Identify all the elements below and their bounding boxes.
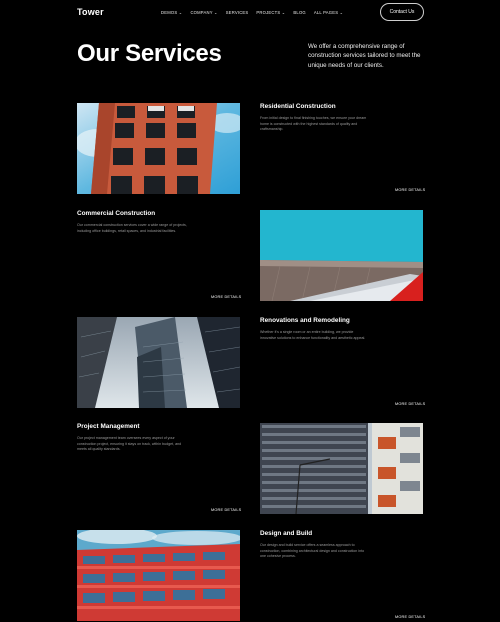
service-title-residential: Residential Construction bbox=[260, 103, 336, 110]
menu-item-services[interactable]: SERVICES bbox=[226, 10, 249, 15]
menu-item-demos[interactable]: DEMOS ⌄ bbox=[161, 10, 182, 15]
main-menu: DEMOS ⌄ COMPANY ⌄ SERVICES PROJECTS ⌄ BL… bbox=[161, 10, 343, 15]
hero-description: We offer a comprehensive range of constr… bbox=[308, 43, 421, 69]
service-description-commercial: Our commercial construction services cov… bbox=[77, 223, 187, 233]
menu-item-all-pages[interactable]: ALL PAGES ⌄ bbox=[314, 10, 343, 15]
menu-item-projects[interactable]: PROJECTS ⌄ bbox=[256, 10, 285, 15]
service-description-renovations: Whether it's a single room or an entire … bbox=[260, 330, 366, 340]
service-description-design-build: Our design and build service offers a se… bbox=[260, 543, 365, 559]
skyscrapers-image bbox=[77, 317, 240, 408]
commercial-building-image bbox=[260, 210, 423, 301]
more-details-link-design-build[interactable]: MORE DETAILS bbox=[395, 615, 425, 619]
site-logo[interactable]: Tower bbox=[77, 7, 104, 17]
more-details-link-project-management[interactable]: MORE DETAILS bbox=[211, 508, 241, 512]
service-title-renovations: Renovations and Remodeling bbox=[260, 317, 350, 324]
top-navigation: Tower DEMOS ⌄ COMPANY ⌄ SERVICES PROJECT… bbox=[0, 0, 500, 26]
more-details-link-commercial[interactable]: MORE DETAILS bbox=[211, 295, 241, 299]
more-details-link-residential[interactable]: MORE DETAILS bbox=[395, 188, 425, 192]
more-details-link-renovations[interactable]: MORE DETAILS bbox=[395, 402, 425, 406]
office-facade-image bbox=[260, 423, 423, 514]
service-title-project-management: Project Management bbox=[77, 423, 140, 430]
service-description-project-management: Our project management team oversees eve… bbox=[77, 436, 182, 452]
page-title: Our Services bbox=[77, 40, 222, 67]
service-title-design-build: Design and Build bbox=[260, 530, 313, 537]
residential-building-image bbox=[77, 103, 240, 194]
service-title-commercial: Commercial Construction bbox=[77, 210, 156, 217]
menu-item-blog[interactable]: BLOG bbox=[293, 10, 305, 15]
menu-item-company[interactable]: COMPANY ⌄ bbox=[190, 10, 217, 15]
contact-us-button[interactable]: Contact Us bbox=[380, 3, 424, 21]
red-building-image bbox=[77, 530, 240, 621]
service-description-residential: From initial design to final finishing t… bbox=[260, 116, 367, 132]
